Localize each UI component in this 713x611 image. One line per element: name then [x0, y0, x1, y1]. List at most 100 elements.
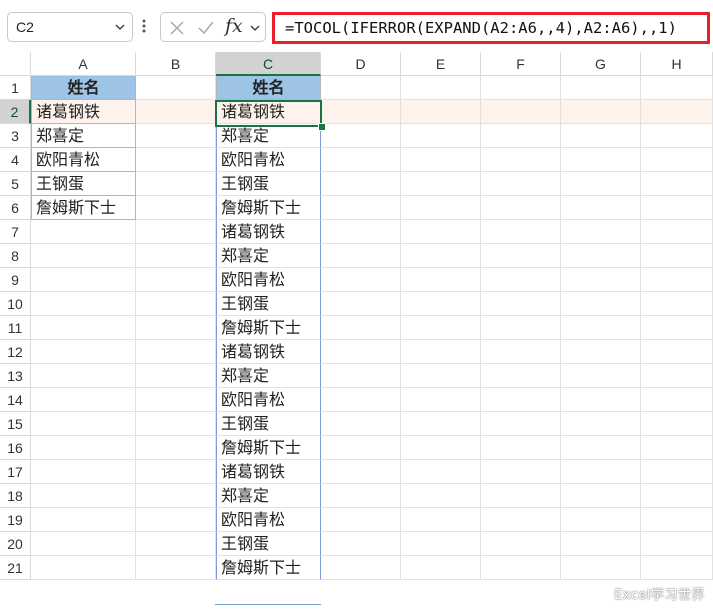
cell-d20[interactable] — [321, 532, 401, 556]
cell-g7[interactable] — [561, 220, 641, 244]
cell-c16[interactable]: 詹姆斯下士 — [216, 436, 321, 460]
cell-c1[interactable]: 姓名 — [216, 76, 321, 100]
cell-h7[interactable] — [641, 220, 713, 244]
cell-h11[interactable] — [641, 316, 713, 340]
cell-a3[interactable]: 郑喜定 — [31, 124, 136, 148]
more-options-icon[interactable] — [142, 18, 146, 34]
cell-h18[interactable] — [641, 484, 713, 508]
cell-b3[interactable] — [136, 124, 216, 148]
cell-g13[interactable] — [561, 364, 641, 388]
cell-d21[interactable] — [321, 556, 401, 580]
cell-f5[interactable] — [481, 172, 561, 196]
cell-b9[interactable] — [136, 268, 216, 292]
cell-g10[interactable] — [561, 292, 641, 316]
cell-a5[interactable]: 王钢蛋 — [31, 172, 136, 196]
cell-e18[interactable] — [401, 484, 481, 508]
cell-b1[interactable] — [136, 76, 216, 100]
cell-e5[interactable] — [401, 172, 481, 196]
row-header-17[interactable]: 17 — [0, 460, 31, 484]
cell-a15[interactable] — [31, 412, 136, 436]
cell-a17[interactable] — [31, 460, 136, 484]
cell-b14[interactable] — [136, 388, 216, 412]
cell-e11[interactable] — [401, 316, 481, 340]
insert-function-icon[interactable]: fx — [225, 15, 243, 37]
cell-g12[interactable] — [561, 340, 641, 364]
row-header-16[interactable]: 16 — [0, 436, 31, 460]
cell-c18[interactable]: 郑喜定 — [216, 484, 321, 508]
cell-b8[interactable] — [136, 244, 216, 268]
cell-e13[interactable] — [401, 364, 481, 388]
cell-h16[interactable] — [641, 436, 713, 460]
cell-f18[interactable] — [481, 484, 561, 508]
cell-c7[interactable]: 诸葛钢铁 — [216, 220, 321, 244]
cell-h2[interactable] — [641, 100, 713, 124]
cell-h15[interactable] — [641, 412, 713, 436]
column-header-b[interactable]: B — [136, 52, 216, 76]
cell-g4[interactable] — [561, 148, 641, 172]
cell-g20[interactable] — [561, 532, 641, 556]
cell-f9[interactable] — [481, 268, 561, 292]
cell-d7[interactable] — [321, 220, 401, 244]
cell-e4[interactable] — [401, 148, 481, 172]
row-header-3[interactable]: 3 — [0, 124, 31, 148]
select-all-corner[interactable] — [0, 52, 31, 76]
cell-d2[interactable] — [321, 100, 401, 124]
cell-b2[interactable] — [136, 100, 216, 124]
cell-c3[interactable]: 郑喜定 — [216, 124, 321, 148]
cell-f16[interactable] — [481, 436, 561, 460]
cell-c12[interactable]: 诸葛钢铁 — [216, 340, 321, 364]
cell-c6[interactable]: 詹姆斯下士 — [216, 196, 321, 220]
cell-b17[interactable] — [136, 460, 216, 484]
cell-f14[interactable] — [481, 388, 561, 412]
cell-h10[interactable] — [641, 292, 713, 316]
cell-g8[interactable] — [561, 244, 641, 268]
cell-g15[interactable] — [561, 412, 641, 436]
column-header-d[interactable]: D — [321, 52, 401, 76]
row-header-2[interactable]: 2 — [0, 100, 31, 124]
cell-f1[interactable] — [481, 76, 561, 100]
cell-d4[interactable] — [321, 148, 401, 172]
cell-a4[interactable]: 欧阳青松 — [31, 148, 136, 172]
cell-f7[interactable] — [481, 220, 561, 244]
cell-b16[interactable] — [136, 436, 216, 460]
cell-f2[interactable] — [481, 100, 561, 124]
cell-c5[interactable]: 王钢蛋 — [216, 172, 321, 196]
cell-c2[interactable]: 诸葛钢铁 — [216, 100, 321, 124]
row-header-20[interactable]: 20 — [0, 532, 31, 556]
cell-e7[interactable] — [401, 220, 481, 244]
cell-f21[interactable] — [481, 556, 561, 580]
cell-h6[interactable] — [641, 196, 713, 220]
column-header-g[interactable]: G — [561, 52, 641, 76]
cell-f3[interactable] — [481, 124, 561, 148]
cell-b4[interactable] — [136, 148, 216, 172]
cell-e20[interactable] — [401, 532, 481, 556]
column-header-a[interactable]: A — [31, 52, 136, 76]
row-header-11[interactable]: 11 — [0, 316, 31, 340]
cell-a2[interactable]: 诸葛钢铁 — [31, 100, 136, 124]
cell-c10[interactable]: 王钢蛋 — [216, 292, 321, 316]
chevron-down-icon[interactable] — [249, 22, 261, 34]
row-header-21[interactable]: 21 — [0, 556, 31, 580]
cell-e14[interactable] — [401, 388, 481, 412]
cell-g19[interactable] — [561, 508, 641, 532]
cell-h1[interactable] — [641, 76, 713, 100]
cell-h14[interactable] — [641, 388, 713, 412]
cell-d14[interactable] — [321, 388, 401, 412]
cell-h4[interactable] — [641, 148, 713, 172]
row-header-1[interactable]: 1 — [0, 76, 31, 100]
cell-d13[interactable] — [321, 364, 401, 388]
cell-h21[interactable] — [641, 556, 713, 580]
cell-g17[interactable] — [561, 460, 641, 484]
cell-f6[interactable] — [481, 196, 561, 220]
cell-h8[interactable] — [641, 244, 713, 268]
cell-c19[interactable]: 欧阳青松 — [216, 508, 321, 532]
check-icon[interactable] — [197, 20, 215, 36]
cell-g2[interactable] — [561, 100, 641, 124]
cell-d16[interactable] — [321, 436, 401, 460]
cell-a11[interactable] — [31, 316, 136, 340]
cell-c15[interactable]: 王钢蛋 — [216, 412, 321, 436]
cell-b7[interactable] — [136, 220, 216, 244]
cell-e2[interactable] — [401, 100, 481, 124]
cell-h19[interactable] — [641, 508, 713, 532]
row-header-18[interactable]: 18 — [0, 484, 31, 508]
